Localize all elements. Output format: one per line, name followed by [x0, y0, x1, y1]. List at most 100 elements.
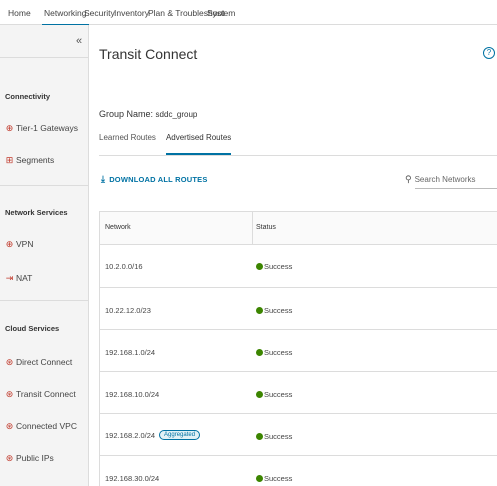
status-cell: Success: [256, 432, 292, 441]
network-value: 10.2.0.0/16: [105, 262, 143, 271]
tab-home-label: Home: [8, 7, 31, 18]
subtabs: Learned Routes Advertised Routes: [99, 133, 241, 155]
success-icon: [256, 307, 263, 314]
column-header-status[interactable]: Status: [256, 224, 276, 231]
tab-home[interactable]: Home: [8, 0, 31, 25]
sidebar-item-label: Connected VPC: [16, 421, 77, 431]
tab-security[interactable]: Security: [84, 0, 115, 25]
collapse-sidebar-icon[interactable]: «: [76, 35, 82, 47]
tab-security-label: Security: [84, 7, 115, 18]
sidebar-item-vpn[interactable]: ⊕ VPN: [5, 238, 34, 249]
download-icon: ⤓: [101, 174, 106, 184]
page-title: Transit Connect: [99, 46, 198, 62]
status-value: Success: [264, 474, 293, 483]
direct-connect-icon: ⊛: [5, 356, 14, 367]
success-icon: [256, 263, 263, 270]
table-row: 192.168.2.0/24 Aggregated Success: [100, 414, 497, 456]
status-cell: Success: [256, 306, 292, 315]
sidebar-item-transit-connect[interactable]: ⊛ Transit Connect: [5, 389, 76, 399]
network-value: 192.168.2.0/24: [105, 430, 156, 440]
section-title-connectivity: Connectivity: [5, 92, 51, 101]
status-cell: Success: [256, 348, 292, 357]
status-cell: Success: [256, 390, 292, 399]
tab-system-label: System: [207, 7, 236, 18]
search-input[interactable]: ⚲ Search Networks: [405, 174, 476, 185]
table-row: 10.22.12.0/23 Success: [100, 288, 497, 330]
network-cell: 192.168.30.0/24: [105, 474, 159, 483]
status-value: Success: [264, 262, 293, 271]
status-cell: Success: [256, 474, 292, 483]
nat-icon: ⇥: [5, 272, 14, 283]
section-title-network-services: Network Services: [5, 208, 68, 217]
success-icon: [256, 349, 263, 356]
sidebar-item-nat[interactable]: ⇥ NAT: [5, 272, 33, 283]
main-content: Transit Connect ? Group Name: sddc_group…: [89, 25, 497, 486]
public-ips-icon: ⊛: [5, 452, 14, 463]
connected-vpc-icon: ⊛: [5, 420, 14, 431]
network-cell: 192.168.2.0/24 Aggregated: [105, 430, 201, 440]
sidebar-divider: [0, 185, 89, 186]
subtab-advertised-routes[interactable]: Advertised Routes: [165, 133, 232, 155]
search-underline: [415, 188, 497, 189]
sidebar-item-label: Tier-1 Gateways: [16, 123, 79, 133]
status-value: Success: [264, 432, 293, 441]
group-name: Group Name: sddc_group: [99, 109, 197, 119]
section-title-cloud-services: Cloud Services: [5, 324, 60, 333]
sidebar-divider: [0, 300, 89, 301]
sidebar-item-segments[interactable]: ⊞ Segments: [5, 154, 55, 165]
table-row: 10.2.0.0/16 Success: [100, 246, 497, 288]
help-icon[interactable]: ?: [483, 47, 495, 59]
sidebar-item-label: Segments: [16, 155, 55, 165]
group-name-value: sddc_group: [155, 110, 198, 119]
table-row: 192.168.30.0/24 Success: [100, 456, 497, 486]
success-icon: [256, 475, 263, 482]
top-nav: Home Networking Security Inventory Plan …: [0, 0, 497, 26]
table-header: Network Status: [100, 212, 497, 245]
subtab-divider: [99, 155, 497, 156]
download-all-routes-button[interactable]: ⤓ DOWNLOAD ALL ROUTES: [101, 174, 208, 185]
routes-table: Network Status 10.2.0.0/16 Success 10.22…: [99, 211, 497, 486]
subtab-learned-routes[interactable]: Learned Routes: [99, 133, 156, 153]
sidebar-item-label: Public IPs: [16, 453, 54, 463]
sidebar-item-label: Transit Connect: [16, 389, 76, 399]
tab-system[interactable]: System: [207, 0, 235, 25]
download-label: DOWNLOAD ALL ROUTES: [109, 175, 208, 184]
sidebar-item-public-ips[interactable]: ⊛ Public IPs: [5, 453, 54, 463]
network-value: 192.168.1.0/24: [105, 348, 156, 357]
tab-networking[interactable]: Networking: [42, 0, 89, 26]
column-divider[interactable]: [252, 212, 253, 245]
sidebar: « Connectivity ⊕ Tier-1 Gateways ⊞ Segme…: [0, 25, 89, 486]
segments-icon: ⊞: [5, 154, 14, 165]
sidebar-item-label: VPN: [16, 239, 34, 249]
sidebar-divider: [0, 57, 89, 58]
status-value: Success: [264, 306, 293, 315]
group-name-label: Group Name:: [99, 109, 154, 119]
status-value: Success: [264, 390, 293, 399]
sidebar-item-direct-connect[interactable]: ⊛ Direct Connect: [5, 356, 73, 367]
table-row: 192.168.1.0/24 Success: [100, 330, 497, 372]
sidebar-item-tier1-gateways[interactable]: ⊕ Tier-1 Gateways: [5, 123, 78, 133]
network-cell: 10.2.0.0/16: [105, 262, 143, 271]
table-row: 192.168.10.0/24 Success: [100, 372, 497, 414]
network-value: 192.168.10.0/24: [105, 390, 160, 399]
network-cell: 10.22.12.0/23: [105, 306, 151, 315]
column-header-network[interactable]: Network: [105, 224, 131, 231]
network-value: 192.168.30.0/24: [105, 474, 160, 483]
gateway-icon: ⊕: [5, 122, 14, 133]
transit-connect-icon: ⊛: [5, 388, 14, 399]
status-value: Success: [264, 348, 293, 357]
aggregated-badge: Aggregated: [159, 430, 201, 440]
network-cell: 192.168.1.0/24: [105, 348, 155, 357]
status-cell: Success: [256, 262, 292, 271]
tab-inventory[interactable]: Inventory: [114, 0, 149, 25]
tab-networking-label: Networking: [44, 7, 87, 18]
success-icon: [256, 391, 263, 398]
search-placeholder: Search Networks: [414, 175, 476, 184]
tab-inventory-label: Inventory: [114, 7, 149, 18]
network-cell: 192.168.10.0/24: [105, 390, 159, 399]
sidebar-item-connected-vpc[interactable]: ⊛ Connected VPC: [5, 421, 77, 431]
vpn-icon: ⊕: [5, 238, 14, 249]
sidebar-item-label: Direct Connect: [16, 357, 73, 367]
sidebar-item-label: NAT: [16, 273, 33, 283]
network-value: 10.22.12.0/23: [105, 306, 151, 315]
